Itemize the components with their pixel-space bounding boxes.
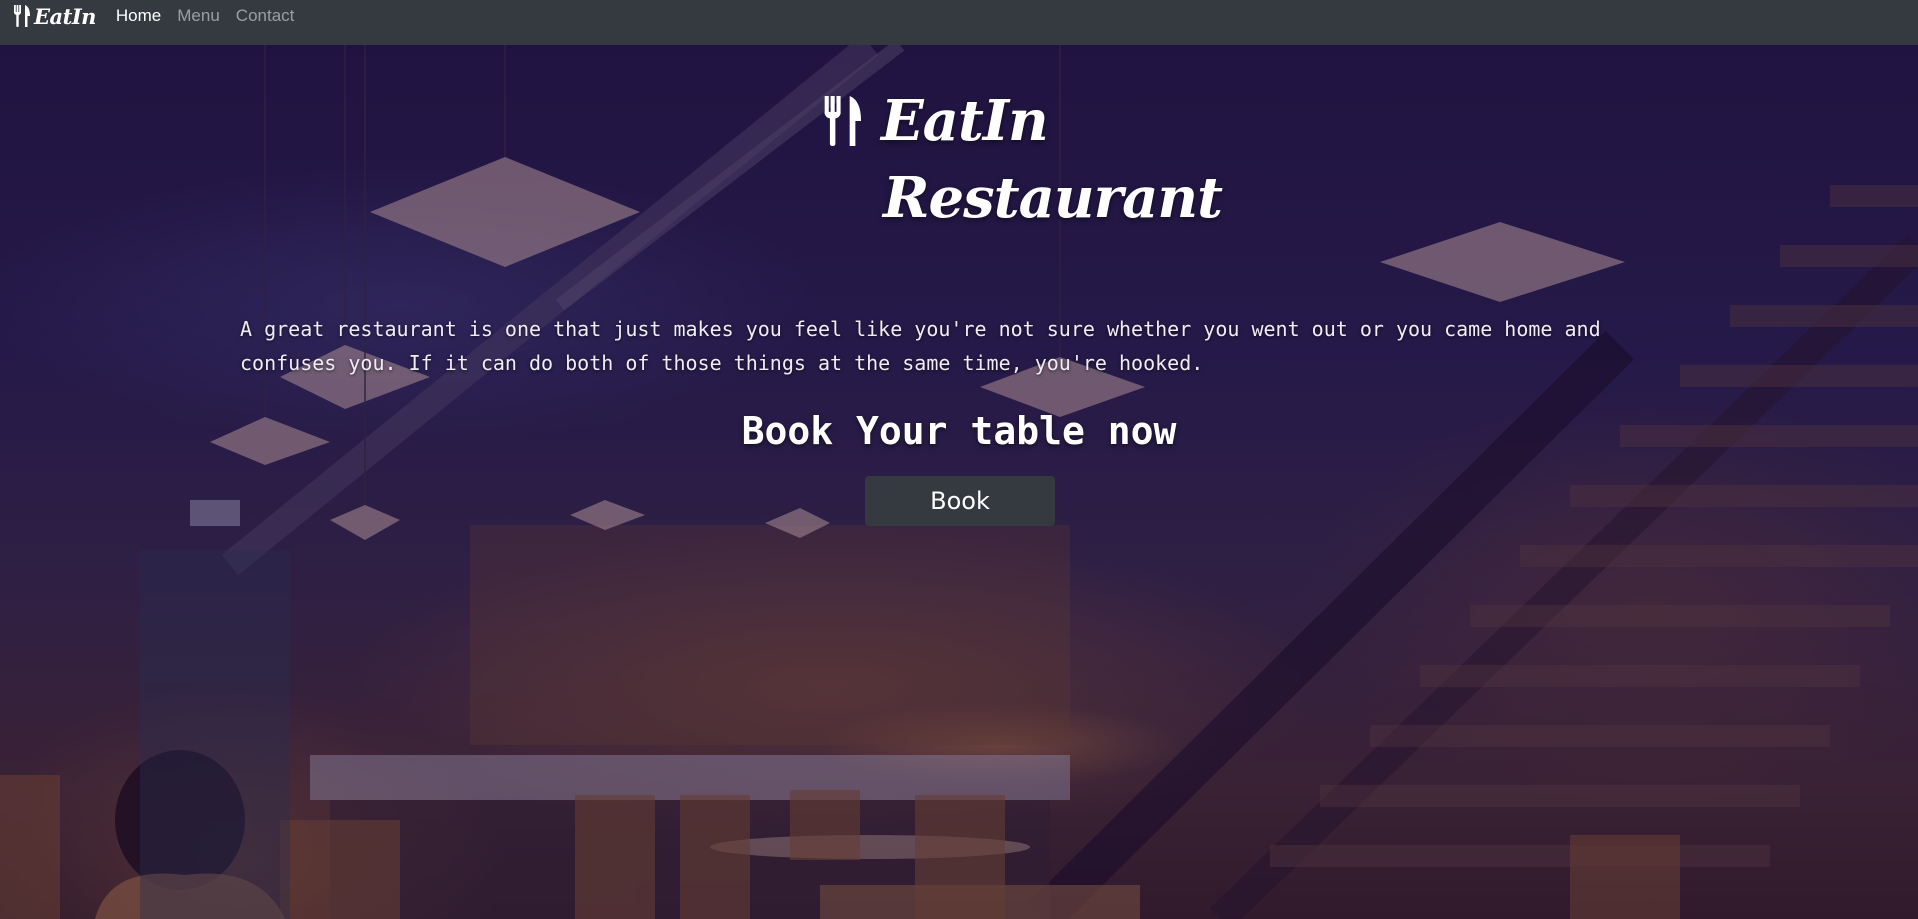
nav-link-contact[interactable]: Contact [236, 0, 295, 32]
utensils-icon [14, 5, 31, 27]
hero-content: EatIn Restaurant A great restaurant is o… [0, 45, 1918, 919]
hero-title: EatIn Restaurant [823, 88, 1223, 231]
brand-name: EatIn [34, 3, 96, 29]
hero-title-name: EatIn [881, 88, 1049, 154]
hero-quote: A great restaurant is one that just make… [240, 317, 1601, 375]
brand-link[interactable]: EatIn [14, 0, 96, 32]
nav-link-home[interactable]: Home [116, 0, 161, 32]
top-navbar: EatIn Home Menu Contact [0, 0, 1918, 45]
nav-link-menu[interactable]: Menu [177, 0, 220, 32]
hero-title-subtitle: Restaurant [883, 165, 1223, 231]
book-button[interactable]: Book [865, 476, 1055, 526]
booking-heading: Book Your table now [741, 409, 1177, 453]
utensils-icon [823, 96, 865, 146]
